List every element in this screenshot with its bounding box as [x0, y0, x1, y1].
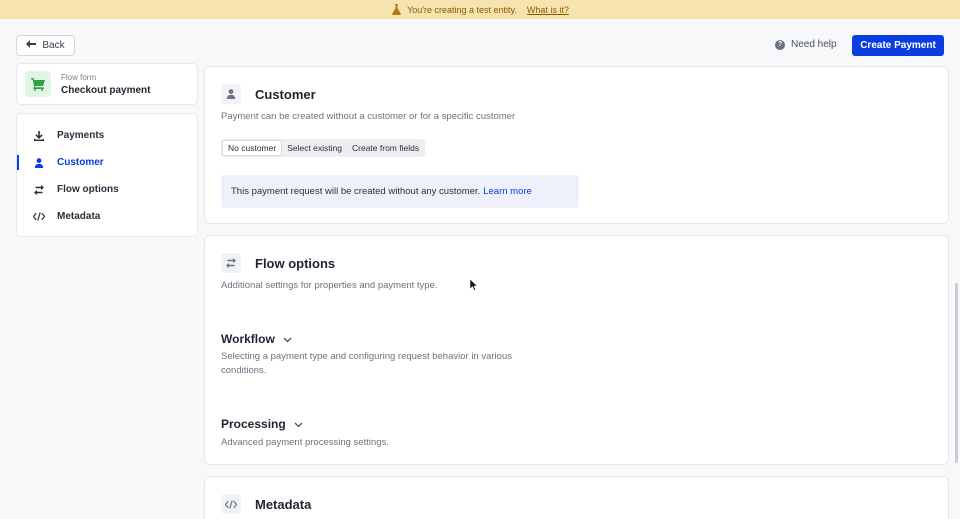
chevron-down-icon [294, 415, 303, 433]
arrow-left-icon [26, 40, 37, 51]
customer-section: Customer Payment can be created without … [204, 66, 949, 224]
customer-section-header: Customer [221, 84, 316, 104]
option-select-existing[interactable]: Select existing [282, 140, 347, 156]
workflow-toggle[interactable]: Workflow [221, 330, 292, 348]
nav-label: Flow options [57, 184, 119, 195]
section-description: Payment can be created without a custome… [221, 111, 516, 122]
swap-icon [221, 253, 241, 273]
option-no-customer[interactable]: No customer [222, 140, 283, 156]
section-title: Metadata [255, 496, 312, 512]
metadata-section: Metadata [204, 476, 949, 519]
nav-item-customer[interactable]: Customer [17, 149, 197, 176]
nav-item-flow-options[interactable]: Flow options [17, 176, 197, 203]
nav-item-metadata[interactable]: Metadata [17, 203, 197, 230]
section-nav: Payments Customer Flow options Metadata [16, 113, 198, 237]
back-label: Back [42, 40, 65, 51]
nav-label: Metadata [57, 211, 101, 222]
flow-options-section: Flow options Additional settings for pro… [204, 235, 949, 465]
download-icon [33, 130, 45, 141]
section-description: Additional settings for properties and p… [221, 280, 438, 291]
notice-text: This payment request will be created wit… [231, 186, 481, 197]
person-icon [33, 157, 45, 168]
processing-description: Advanced payment processing settings. [221, 437, 389, 448]
back-button[interactable]: Back [16, 35, 75, 56]
swap-icon [33, 184, 45, 195]
code-icon [33, 212, 45, 221]
flow-kind-label: Flow form [61, 72, 97, 82]
nav-item-payments[interactable]: Payments [17, 122, 197, 149]
flow-options-section-header: Flow options [221, 253, 335, 273]
processing-title: Processing [221, 417, 286, 431]
learn-more-link[interactable]: Learn more [483, 186, 532, 197]
section-title: Flow options [255, 255, 336, 271]
processing-toggle[interactable]: Processing [221, 415, 303, 433]
workflow-title: Workflow [221, 332, 275, 346]
option-create-from-fields[interactable]: Create from fields [347, 140, 424, 156]
flow-name: Checkout payment [61, 84, 151, 96]
person-icon [221, 84, 241, 104]
chevron-down-icon [283, 330, 292, 348]
customer-mode-selector: No customer Select existing Create from … [221, 139, 426, 157]
what-is-it-link[interactable]: What is it? [527, 5, 569, 15]
workflow-description: Selecting a payment type and configuring… [221, 351, 512, 376]
nav-label: Customer [57, 157, 104, 168]
banner-message: You're creating a test entity. [407, 4, 517, 15]
flask-icon [391, 4, 401, 15]
metadata-section-header: Metadata [221, 494, 311, 514]
section-title: Customer [255, 86, 316, 102]
need-help-button[interactable]: ? Need help [775, 39, 837, 50]
flow-form-card: Flow form Checkout payment [16, 63, 198, 105]
create-payment-button[interactable]: Create Payment [852, 35, 944, 56]
top-bar: Back ? Need help Create Payment [0, 19, 960, 65]
help-icon: ? [775, 39, 785, 50]
test-mode-banner: You're creating a test entity. What is i… [0, 0, 960, 19]
mouse-cursor-icon [469, 278, 479, 291]
code-icon [221, 494, 241, 514]
info-notice: This payment request will be created wit… [221, 175, 579, 208]
need-help-label: Need help [791, 39, 837, 50]
scrollbar[interactable] [955, 283, 958, 463]
cart-icon [25, 71, 51, 97]
nav-label: Payments [57, 130, 105, 141]
